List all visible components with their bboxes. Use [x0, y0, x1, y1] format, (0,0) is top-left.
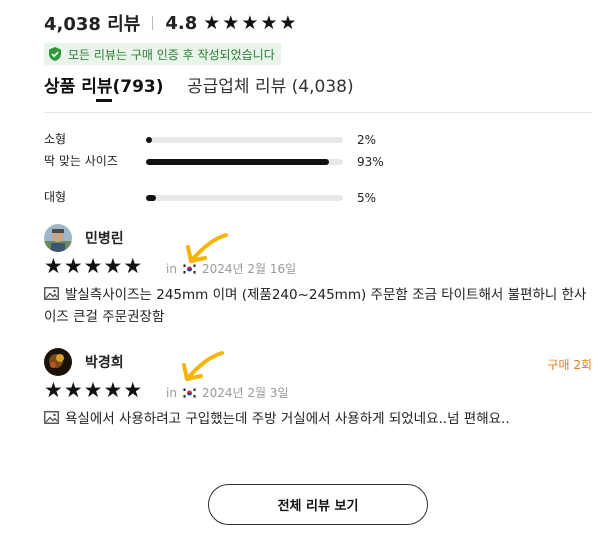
- star-icon: ★: [241, 11, 259, 34]
- review-content: 발실측사이즈는 245mm 이며 (제품240~245mm) 주문함 조금 타이…: [44, 287, 587, 325]
- reviewer-name: 박경희: [85, 355, 124, 371]
- fit-row-large: 대형 5%: [44, 190, 376, 205]
- shield-check-icon: [49, 47, 61, 61]
- summary-stars: ★ ★ ★ ★ ★: [203, 11, 297, 34]
- verified-text: 모든 리뷰는 구매 인증 후 작성되었습니다: [68, 47, 275, 62]
- star-icon: ★: [203, 11, 221, 34]
- review-item: 민병린 ★ ★ ★ ★ ★ in 2024년 2월 16일 발실측사이즈는 24…: [44, 224, 596, 334]
- verified-notice: 모든 리뷰는 구매 인증 후 작성되었습니다: [44, 43, 281, 65]
- image-icon: [44, 411, 59, 424]
- fit-label: 딱 맞는 사이즈: [44, 154, 118, 168]
- avatar-image: [44, 348, 72, 376]
- tab-supplier-reviews[interactable]: 공급업체 리뷰 (4,038): [187, 76, 354, 98]
- fit-bar-fill: [146, 194, 156, 201]
- country-prefix: in: [166, 385, 177, 400]
- review-stars: ★ ★ ★ ★ ★: [44, 256, 142, 277]
- star-icon: ★: [63, 378, 83, 402]
- image-icon: [44, 287, 59, 300]
- star-icon: ★: [44, 378, 63, 402]
- review-text: 발실측사이즈는 245mm 이며 (제품240~245mm) 주문함 조금 타이…: [44, 284, 596, 328]
- avatar-image: [44, 224, 72, 252]
- fit-bar-fill: [146, 136, 152, 143]
- review-meta: in 2024년 2월 3일: [166, 384, 289, 401]
- fit-bar-fill: [146, 158, 330, 165]
- star-icon: ★: [123, 254, 143, 278]
- fit-row-true-to-size: 딱 맞는 사이즈 93%: [44, 154, 384, 169]
- fit-bar: [146, 194, 343, 201]
- review-stars: ★ ★ ★ ★ ★: [44, 380, 142, 401]
- fit-bar: [146, 158, 343, 165]
- rating-summary: 4,038 리뷰 4.8 ★ ★ ★ ★ ★: [44, 10, 296, 36]
- review-date: 2024년 2월 3일: [201, 386, 289, 400]
- annotation-arrow: [186, 233, 228, 263]
- fit-label: 대형: [44, 190, 67, 204]
- review-content: 욕실에서 사용하려고 구입했는데 주방 거실에서 사용하게 되었네요..넘 편해…: [65, 411, 510, 427]
- tab-product-reviews[interactable]: 상품 리뷰(793): [44, 76, 164, 98]
- star-icon: ★: [260, 11, 278, 34]
- star-icon: ★: [83, 378, 103, 402]
- review-count: 4,038 리뷰: [44, 14, 141, 35]
- view-all-reviews-button[interactable]: 전체 리뷰 보기: [208, 484, 428, 525]
- annotation-arrow: [182, 351, 224, 381]
- star-icon: ★: [44, 254, 63, 278]
- star-icon: ★: [279, 11, 297, 34]
- star-icon: ★: [123, 378, 143, 402]
- country-prefix: in: [166, 261, 177, 276]
- fit-percent: 5%: [357, 190, 377, 205]
- fit-row-small: 소형 2%: [44, 132, 376, 147]
- star-icon: ★: [103, 378, 123, 402]
- avatar[interactable]: [44, 224, 72, 252]
- average-score: 4.8: [165, 12, 198, 34]
- review-item: 박경희 구매 2회 ★ ★ ★ ★ ★ in 2024년 2월 3일 욕실에서 …: [44, 348, 596, 458]
- active-tab-indicator: [96, 99, 112, 102]
- fit-bar: [146, 136, 343, 143]
- purchase-count-badge: 구매 2회: [547, 358, 592, 372]
- star-icon: ★: [222, 11, 240, 34]
- avatar[interactable]: [44, 348, 72, 376]
- fit-percent: 2%: [357, 132, 377, 147]
- star-icon: ★: [83, 254, 103, 278]
- korea-flag-icon: [181, 386, 197, 399]
- star-icon: ★: [103, 254, 123, 278]
- divider: [152, 16, 154, 30]
- fit-percent: 93%: [357, 154, 384, 169]
- review-text: 욕실에서 사용하려고 구입했는데 주방 거실에서 사용하게 되었네요..넘 편해…: [44, 408, 596, 430]
- star-icon: ★: [63, 254, 83, 278]
- reviewer-name: 민병린: [85, 231, 124, 247]
- fit-label: 소형: [44, 132, 67, 146]
- review-tabs: 상품 리뷰(793) 공급업체 리뷰 (4,038): [44, 76, 592, 113]
